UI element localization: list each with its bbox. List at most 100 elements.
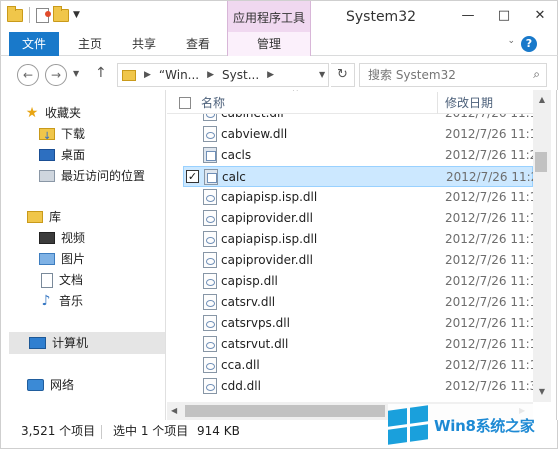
chevron-right-icon[interactable]: ▶ — [267, 70, 274, 80]
file-name: catsrvps.dll — [221, 316, 290, 330]
file-name: cabview.dll — [221, 127, 288, 141]
select-all-checkbox[interactable] — [179, 97, 191, 109]
file-row[interactable]: capiprovider.dll 2012/7/26 11:1 — [183, 250, 533, 271]
navigation-bar: ← → ▼ ↑ ▶ “Win... ▶ Syst... ▶ ▼ ↻ ⌕ — [0, 56, 558, 90]
nav-network[interactable]: 网络 — [27, 374, 74, 396]
file-row[interactable]: cabinet.dll 2012/7/26 11:1 — [183, 114, 533, 124]
file-name: capiapisp.isp.dll — [221, 190, 318, 204]
tab-share[interactable]: 共享 — [117, 32, 171, 56]
expand-ribbon-icon[interactable]: ⌄ — [507, 36, 515, 46]
quick-access-toolbar: ▼ — [7, 5, 80, 23]
file-date-modified: 2012/7/26 11:1 — [445, 274, 533, 288]
refresh-button[interactable]: ↻ — [331, 63, 355, 87]
help-icon[interactable]: ? — [521, 36, 537, 52]
back-button[interactable]: ← — [17, 64, 39, 86]
nav-item-label: 音乐 — [59, 294, 84, 308]
recent-locations-dropdown-icon[interactable]: ▼ — [73, 69, 79, 78]
file-row[interactable]: cca.dll 2012/7/26 11:1 — [183, 355, 533, 376]
chevron-right-icon[interactable]: ▶ — [207, 70, 214, 80]
nav-favorites[interactable]: ★ 收藏夹 — [25, 102, 81, 124]
file-row[interactable]: cabview.dll 2012/7/26 11:1 — [183, 124, 533, 145]
nav-item-downloads[interactable]: 下载 — [39, 123, 85, 148]
close-button[interactable]: ✕ — [529, 5, 551, 27]
file-name: capisp.dll — [221, 274, 278, 288]
file-row[interactable]: catsrvut.dll 2012/7/26 11:1 — [183, 334, 533, 355]
address-history-dropdown-icon[interactable]: ▼ — [319, 70, 325, 79]
file-date-modified: 2012/7/26 11:1 — [445, 114, 533, 124]
file-date-modified: 2012/7/26 11:1 — [445, 358, 533, 372]
file-date-modified: 2012/7/26 11:1 — [445, 211, 533, 225]
file-row[interactable]: catsrv.dll 2012/7/26 11:1 — [183, 292, 533, 313]
nav-favorites-label: 收藏夹 — [45, 106, 82, 120]
file-name: capiprovider.dll — [221, 253, 313, 267]
dll-file-icon — [203, 336, 217, 352]
file-row[interactable]: catsrvps.dll 2012/7/26 11:1 — [183, 313, 533, 334]
search-input[interactable] — [360, 64, 520, 86]
customize-toolbar-dropdown-icon[interactable]: ▼ — [73, 10, 80, 20]
maximize-button[interactable]: □ — [493, 5, 515, 27]
file-row[interactable]: capiapisp.isp.dll 2012/7/26 11:1 — [183, 187, 533, 208]
window-controls: — □ ✕ — [457, 5, 551, 27]
row-checkbox[interactable]: ✓ — [186, 170, 199, 183]
breadcrumb-system32[interactable]: Syst... — [222, 68, 259, 82]
libraries-icon — [27, 211, 43, 223]
tab-view[interactable]: 查看 — [173, 32, 223, 56]
file-date-modified: 2012/7/26 11:1 — [445, 316, 533, 330]
scroll-up-icon[interactable]: ▲ — [533, 92, 551, 108]
music-note-icon: ♪ — [41, 293, 51, 309]
nav-item-music[interactable]: ♪ 音乐 — [39, 290, 83, 312]
folder-icon[interactable] — [7, 5, 23, 22]
nav-item-recent-places[interactable]: 最近访问的位置 — [39, 165, 145, 187]
scroll-left-icon[interactable]: ◀ — [171, 403, 177, 419]
file-row[interactable]: cacls 2012/7/26 11:2 — [183, 145, 533, 166]
downloads-folder-icon — [39, 126, 55, 148]
dll-file-icon — [203, 126, 217, 142]
breadcrumb-windows[interactable]: “Win... — [159, 68, 199, 82]
nav-item-pictures[interactable]: 图片 — [39, 248, 85, 270]
desktop-icon — [39, 149, 55, 161]
minimize-button[interactable]: — — [457, 5, 479, 27]
nav-item-desktop[interactable]: 桌面 — [39, 144, 85, 166]
up-arrow-icon[interactable]: ↑ — [95, 65, 107, 81]
tab-home[interactable]: 主页 — [65, 32, 115, 56]
file-row[interactable]: ✓ calc 2012/7/26 11:2 — [183, 166, 533, 187]
nav-computer[interactable]: 计算机 — [9, 332, 165, 354]
nav-network-label: 网络 — [50, 378, 75, 392]
file-date-modified: 2012/7/26 11:1 — [445, 253, 533, 267]
column-divider[interactable] — [437, 92, 438, 114]
properties-icon[interactable] — [36, 7, 51, 23]
file-date-modified: 2012/7/26 11:3 — [445, 379, 533, 393]
forward-button[interactable]: → — [45, 64, 67, 86]
chevron-right-icon[interactable]: ▶ — [144, 70, 151, 80]
title-bar: ▼ 应用程序工具 System32 — □ ✕ — [0, 0, 558, 33]
windows-logo-icon — [388, 405, 428, 445]
dll-file-icon — [203, 189, 217, 205]
file-row[interactable]: cdd.dll 2012/7/26 11:3 — [183, 376, 533, 397]
horizontal-scroll-thumb[interactable] — [185, 405, 385, 417]
file-row[interactable]: capisp.dll 2012/7/26 11:1 — [183, 271, 533, 292]
column-header-date-modified[interactable]: 修改日期 — [445, 90, 493, 116]
address-bar[interactable]: ▶ “Win... ▶ Syst... ▶ — [117, 63, 329, 87]
vertical-scrollbar[interactable]: ▲ ▼ — [533, 90, 551, 402]
new-folder-icon[interactable] — [53, 5, 69, 22]
file-row[interactable]: capiprovider.dll 2012/7/26 11:1 — [183, 208, 533, 229]
tab-file[interactable]: 文件 — [9, 32, 59, 56]
file-date-modified: 2012/7/26 11:2 — [446, 170, 533, 184]
tab-manage[interactable]: 管理 — [227, 32, 311, 56]
search-box[interactable]: ⌕ — [359, 63, 547, 87]
file-row[interactable]: capiapisp.isp.dll 2012/7/26 11:1 — [183, 229, 533, 250]
status-selection-size: 914 KB — [197, 424, 240, 438]
file-name: catsrvut.dll — [221, 337, 289, 351]
vertical-scroll-thumb[interactable] — [535, 152, 547, 172]
nav-item-documents[interactable]: 文档 — [41, 269, 83, 291]
search-icon[interactable]: ⌕ — [533, 67, 540, 82]
file-name: capiapisp.isp.dll — [221, 232, 318, 246]
dll-file-icon — [203, 357, 217, 373]
window-title: System32 — [345, 9, 417, 25]
nav-libraries[interactable]: 库 — [27, 206, 61, 228]
nav-item-label: 视频 — [61, 231, 86, 245]
column-header-row: ^ 名称 修改日期 — [167, 90, 533, 114]
column-header-name[interactable]: 名称 — [201, 90, 225, 116]
scroll-down-icon[interactable]: ▼ — [533, 384, 551, 400]
nav-item-videos[interactable]: 视频 — [39, 227, 85, 249]
